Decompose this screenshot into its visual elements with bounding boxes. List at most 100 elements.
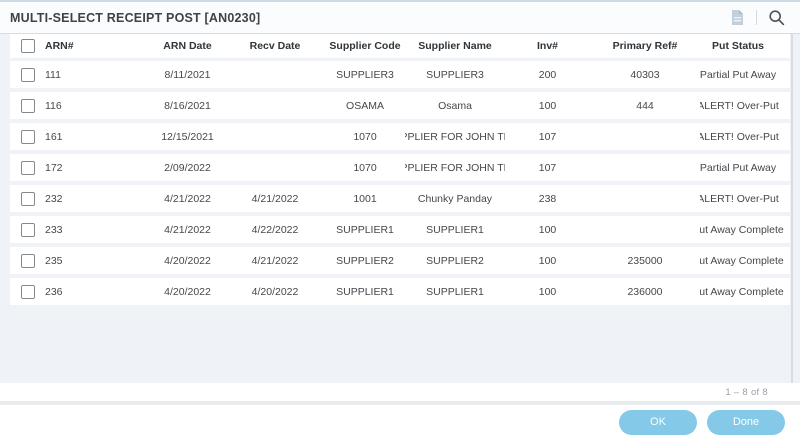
cell-primary_ref: 444 [590,92,700,119]
cell-put_status: Put Away Complete [700,247,790,274]
cell-put_status: Put Away Complete [700,216,790,243]
cell-recv_date: 4/20/2022 [225,278,325,305]
row-select-checkbox[interactable] [21,223,35,237]
cell-arn: 236 [45,278,150,305]
export-file-button[interactable] [727,8,747,28]
column-header-supplier_name[interactable]: Supplier Name [405,34,505,58]
cell-primary_ref [590,185,700,212]
cell-supplier_code: SUPPLIER3 [325,61,405,88]
row-select-cell [10,216,45,243]
cell-arn: 235 [45,247,150,274]
multi-select-receipt-post-dialog: MULTI-SELECT RECEIPT POST [AN0230] [0,0,800,439]
column-header-primary_ref[interactable]: Primary Ref# [590,34,700,58]
done-button[interactable]: Done [707,410,785,435]
row-select-cell [10,247,45,274]
cell-primary_ref [590,216,700,243]
row-select-cell [10,123,45,150]
cell-arn_date: 8/11/2021 [150,61,225,88]
cell-recv_date [225,154,325,181]
cell-supplier_name: SUPPLIER3 [405,61,505,88]
ok-button[interactable]: OK [619,410,697,435]
table-header-row: ARN#ARN DateRecv DateSupplier CodeSuppli… [10,34,790,58]
column-header-inv[interactable]: Inv# [505,34,590,58]
column-header-supplier_code[interactable]: Supplier Code [325,34,405,58]
cell-put_status: Partial Put Away [700,61,790,88]
table-row[interactable]: 2354/20/20224/21/2022SUPPLIER2SUPPLIER21… [10,247,790,274]
row-select-checkbox[interactable] [21,130,35,144]
cell-supplier_code: SUPPLIER1 [325,278,405,305]
cell-recv_date [225,123,325,150]
cell-recv_date [225,61,325,88]
row-select-checkbox[interactable] [21,285,35,299]
table-row[interactable]: 1722/09/20221070SUPPLIER FOR JOHN TEST10… [10,154,790,181]
cell-recv_date [225,92,325,119]
cell-supplier_name: SUPPLIER FOR JOHN TEST [405,123,505,150]
toolbar-divider [756,10,757,25]
cell-inv: 100 [505,92,590,119]
cell-supplier_code: SUPPLIER2 [325,247,405,274]
cell-primary_ref: 235000 [590,247,700,274]
table-row[interactable]: 1118/11/2021SUPPLIER3SUPPLIER320040303Pa… [10,61,790,88]
table-row[interactable]: 2364/20/20224/20/2022SUPPLIER1SUPPLIER11… [10,278,790,305]
row-select-checkbox[interactable] [21,192,35,206]
row-select-checkbox[interactable] [21,254,35,268]
cell-arn_date: 12/15/2021 [150,123,225,150]
cell-arn: 111 [45,61,150,88]
row-select-checkbox[interactable] [21,99,35,113]
row-select-checkbox[interactable] [21,161,35,175]
cell-inv: 100 [505,247,590,274]
cell-arn_date: 8/16/2021 [150,92,225,119]
cell-supplier_code: OSAMA [325,92,405,119]
cell-inv: 238 [505,185,590,212]
table-row[interactable]: 2334/21/20224/22/2022SUPPLIER1SUPPLIER11… [10,216,790,243]
cell-recv_date: 4/21/2022 [225,247,325,274]
cell-put_status: ALERT! Over-Put [700,92,790,119]
cell-put_status: ALERT! Over-Put [700,185,790,212]
column-header-arn[interactable]: ARN# [45,34,150,58]
row-select-cell [10,278,45,305]
table-area: ARN#ARN DateRecv DateSupplier CodeSuppli… [0,33,800,383]
cell-supplier_name: Chunky Panday [405,185,505,212]
cell-supplier_code: 1001 [325,185,405,212]
column-header-put_status[interactable]: Put Status [700,34,790,58]
row-select-cell [10,61,45,88]
table-row[interactable]: 2324/21/20224/21/20221001Chunky Panday23… [10,185,790,212]
row-select-cell [10,92,45,119]
pagination-range-label: 1 – 8 of 8 [725,387,768,398]
row-select-checkbox[interactable] [21,68,35,82]
search-icon [768,9,785,26]
cell-arn: 232 [45,185,150,212]
cell-supplier_name: SUPPLIER1 [405,216,505,243]
cell-supplier_name: SUPPLIER FOR JOHN TEST [405,154,505,181]
cell-supplier_code: 1070 [325,154,405,181]
row-select-cell [10,185,45,212]
column-header-arn_date[interactable]: ARN Date [150,34,225,58]
cell-put_status: Put Away Complete [700,278,790,305]
cell-supplier_code: 1070 [325,123,405,150]
cell-arn_date: 4/21/2022 [150,185,225,212]
footer-bar: OK Done [0,405,800,439]
pagination-bar: 1 – 8 of 8 [0,383,800,401]
cell-arn_date: 4/20/2022 [150,278,225,305]
column-header-recv_date[interactable]: Recv Date [225,34,325,58]
search-button[interactable] [766,8,786,28]
cell-primary_ref: 236000 [590,278,700,305]
table-row[interactable]: 1168/16/2021 OSAMAOsama100444ALERT! Over-… [10,92,790,119]
cell-put_status: ALERT! Over-Put [700,123,790,150]
select-all-checkbox[interactable] [21,39,35,53]
table-row[interactable]: 16112/15/20211070SUPPLIER FOR JOHN TEST1… [10,123,790,150]
cell-primary_ref: 40303 [590,61,700,88]
title-bar: MULTI-SELECT RECEIPT POST [AN0230] [0,2,800,33]
cell-supplier_name: Osama [405,92,505,119]
cell-arn: 172 [45,154,150,181]
table-body: 1118/11/2021SUPPLIER3SUPPLIER320040303Pa… [10,61,790,305]
cell-arn: 116 [45,92,150,119]
cell-inv: 107 [505,123,590,150]
row-select-cell [10,154,45,181]
cell-inv: 100 [505,278,590,305]
cell-arn_date: 2/09/2022 [150,154,225,181]
cell-supplier_code: SUPPLIER1 [325,216,405,243]
cell-arn_date: 4/20/2022 [150,247,225,274]
cell-primary_ref [590,123,700,150]
cell-arn_date: 4/21/2022 [150,216,225,243]
